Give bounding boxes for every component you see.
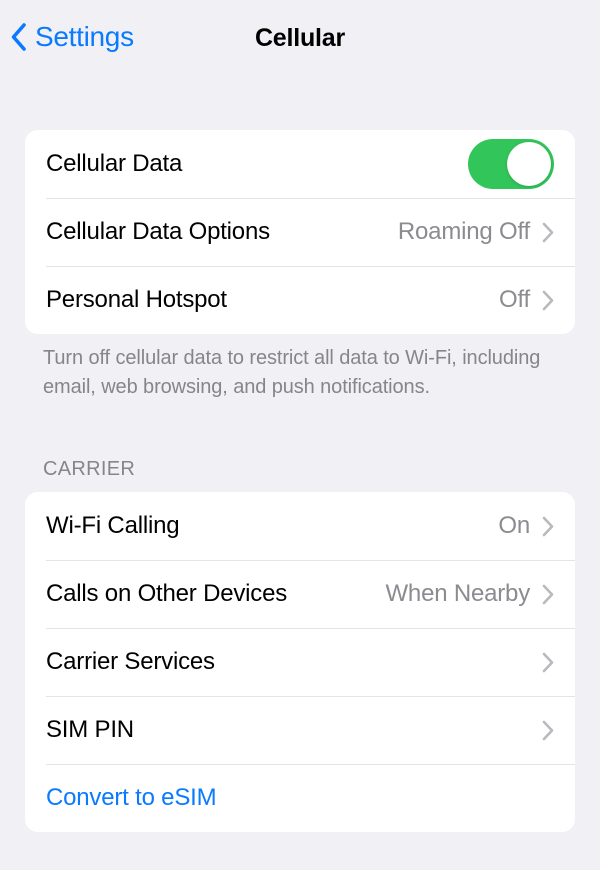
chevron-right-icon xyxy=(542,720,554,740)
chevron-right-icon xyxy=(542,652,554,672)
row-value-personal-hotspot: Off xyxy=(499,286,530,313)
row-control-cellular-data xyxy=(468,139,554,189)
row-label-wifi-calling: Wi-Fi Calling xyxy=(46,512,180,539)
navigation-bar: Settings Cellular xyxy=(0,0,600,86)
toggle-knob xyxy=(507,142,551,186)
row-control-personal-hotspot: Off xyxy=(499,286,554,314)
row-label-carrier-services: Carrier Services xyxy=(46,648,215,675)
row-label-sim-pin: SIM PIN xyxy=(46,716,134,743)
row-cellular-data-options[interactable]: Cellular Data Options Roaming Off xyxy=(25,198,575,266)
cellular-settings-screen: Settings Cellular Cellular Data Cellular… xyxy=(0,0,600,870)
row-control-wifi-calling: On xyxy=(498,512,554,540)
row-label-convert-to-esim: Convert to eSIM xyxy=(46,784,217,811)
cellular-data-footer-note: Turn off cellular data to restrict all d… xyxy=(43,347,541,398)
chevron-right-icon xyxy=(542,584,554,604)
cellular-data-toggle[interactable] xyxy=(468,139,554,189)
row-personal-hotspot[interactable]: Personal Hotspot Off xyxy=(25,266,575,334)
row-carrier-services[interactable]: Carrier Services xyxy=(25,628,575,696)
row-value-wifi-calling: On xyxy=(498,512,530,539)
chevron-right-icon xyxy=(542,516,554,536)
row-label-personal-hotspot: Personal Hotspot xyxy=(46,286,227,313)
row-value-cellular-data-options: Roaming Off xyxy=(397,218,530,245)
row-wifi-calling[interactable]: Wi-Fi Calling On xyxy=(25,492,575,560)
row-value-calls-on-other-devices: When Nearby xyxy=(385,580,530,607)
row-control-sim-pin xyxy=(530,720,554,741)
carrier-card: Wi-Fi Calling On Calls on Other Devices … xyxy=(25,492,575,832)
carrier-section-header: CARRIER xyxy=(43,458,136,480)
row-control-cellular-data-options: Roaming Off xyxy=(398,218,554,246)
row-label-calls-on-other-devices: Calls on Other Devices xyxy=(46,580,288,607)
row-label-cellular-data: Cellular Data xyxy=(46,150,183,177)
row-control-carrier-services xyxy=(530,652,554,673)
row-control-calls-on-other-devices: When Nearby xyxy=(385,580,554,608)
row-sim-pin[interactable]: SIM PIN xyxy=(25,696,575,764)
chevron-right-icon xyxy=(542,290,554,310)
row-label-cellular-data-options: Cellular Data Options xyxy=(46,218,270,245)
chevron-right-icon xyxy=(542,222,554,242)
row-calls-on-other-devices[interactable]: Calls on Other Devices When Nearby xyxy=(25,560,575,628)
row-convert-to-esim[interactable]: Convert to eSIM xyxy=(25,764,575,832)
cellular-data-card: Cellular Data Cellular Data Options Roam… xyxy=(25,130,575,334)
page-title: Cellular xyxy=(254,24,346,52)
row-cellular-data[interactable]: Cellular Data xyxy=(25,130,575,198)
